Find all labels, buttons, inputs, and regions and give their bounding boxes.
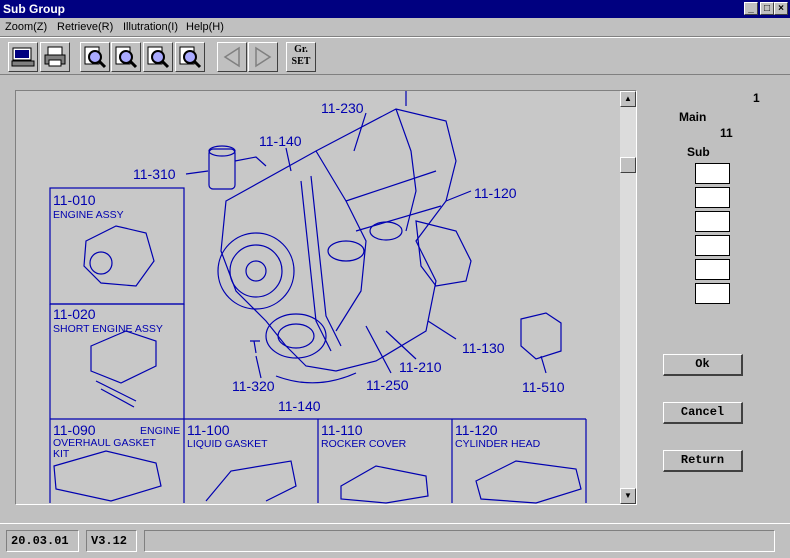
- cancel-button[interactable]: Cancel: [663, 402, 743, 424]
- magnifier-icon: [147, 46, 170, 69]
- callout-11-130[interactable]: 11-130: [462, 340, 505, 356]
- panel-code-11-100[interactable]: 11-100: [187, 422, 230, 438]
- illustration-view[interactable]: 11-230 11-140 11-310 11-120 11-130 11-21…: [15, 90, 637, 505]
- sub-field-5[interactable]: [695, 259, 730, 280]
- printer-icon: [44, 46, 66, 67]
- callout-11-310[interactable]: 11-310: [133, 166, 176, 182]
- scroll-up-button[interactable]: ▲: [620, 91, 636, 107]
- callout-11-510[interactable]: 11-510: [522, 379, 565, 395]
- return-button[interactable]: Return: [663, 450, 743, 472]
- arrow-right-icon: [255, 46, 272, 68]
- scroll-down-button[interactable]: ▼: [620, 488, 636, 504]
- menu-zoom[interactable]: Zoom(Z): [5, 21, 47, 33]
- menu-help[interactable]: Help(H): [186, 21, 224, 33]
- panel-code-11-120[interactable]: 11-120: [455, 422, 498, 438]
- zoom-button-1[interactable]: [80, 42, 110, 72]
- zoom-button-2[interactable]: [111, 42, 141, 72]
- page-number: 1: [753, 91, 760, 105]
- gr-set-label: Gr. SET: [289, 44, 313, 68]
- arrow-left-icon: [223, 46, 240, 68]
- gr-set-line1: Gr.: [294, 44, 308, 55]
- callout-11-210[interactable]: 11-210: [399, 359, 442, 375]
- status-message: [144, 530, 775, 552]
- engine-illustration[interactable]: 11-230 11-140 11-310 11-120 11-130 11-21…: [16, 91, 620, 504]
- sub-field-1[interactable]: [695, 163, 730, 184]
- callout-11-320[interactable]: 11-320: [232, 378, 275, 394]
- title-bar: Sub Group _ □ ×: [0, 0, 790, 18]
- panel-code-11-010[interactable]: 11-010: [53, 192, 96, 208]
- minimize-button[interactable]: _: [744, 2, 758, 15]
- magnifier-icon: [179, 46, 202, 69]
- magnifier-icon: [84, 46, 107, 69]
- callout-11-120[interactable]: 11-120: [474, 185, 517, 201]
- close-button[interactable]: ×: [774, 2, 788, 15]
- main-label: Main: [679, 110, 707, 124]
- sub-label: Sub: [687, 145, 710, 159]
- zoom-button-3[interactable]: [143, 42, 173, 72]
- sub-field-4[interactable]: [695, 235, 730, 256]
- panel-code-11-090[interactable]: 11-090: [53, 422, 96, 438]
- menu-bar: Zoom(Z) Retrieve(R) Illutration(I) Help(…: [0, 18, 790, 37]
- panel-name-engine-assy: ENGINE ASSY: [53, 209, 124, 221]
- ok-button[interactable]: Ok: [663, 354, 743, 376]
- magnifier-icon: [115, 46, 138, 69]
- panel-name-engine: ENGINE: [140, 425, 180, 437]
- callout-11-140-top[interactable]: 11-140: [259, 133, 302, 149]
- panel-name-kit: KIT: [53, 448, 70, 460]
- status-date: 20.03.01: [6, 530, 79, 552]
- zoom-button-4[interactable]: [175, 42, 205, 72]
- callout-11-250[interactable]: 11-250: [366, 377, 409, 393]
- panel-code-11-020[interactable]: 11-020: [53, 306, 96, 322]
- sub-field-2[interactable]: [695, 187, 730, 208]
- vertical-scrollbar[interactable]: ▲ ▼: [620, 91, 636, 504]
- maximize-button[interactable]: □: [760, 2, 774, 15]
- main-value: 11: [720, 126, 733, 140]
- window-title: Sub Group: [3, 2, 65, 16]
- status-bar: 20.03.01 V3.12: [0, 523, 790, 558]
- panel-name-short-engine-assy: SHORT ENGINE ASSY: [53, 323, 163, 335]
- screen-icon: [11, 47, 35, 67]
- gr-set-button[interactable]: Gr. SET: [286, 42, 316, 72]
- toolbar: Gr. SET: [0, 37, 790, 75]
- display-screen-button[interactable]: [8, 42, 38, 72]
- menu-illustration[interactable]: Illutration(I): [123, 21, 178, 33]
- callout-11-140-bottom[interactable]: 11-140: [278, 398, 321, 414]
- print-button[interactable]: [40, 42, 70, 72]
- panel-name-rocker-cover: ROCKER COVER: [321, 438, 407, 450]
- panel-name-liquid-gasket: LIQUID GASKET: [187, 438, 268, 450]
- gr-set-line2: SET: [291, 56, 311, 67]
- menu-retrieve[interactable]: Retrieve(R): [57, 21, 113, 33]
- panel-name-cylinder-head: CYLINDER HEAD: [455, 438, 541, 450]
- panel-code-11-110[interactable]: 11-110: [321, 422, 363, 438]
- next-button[interactable]: [248, 42, 278, 72]
- sub-field-6[interactable]: [695, 283, 730, 304]
- callout-11-230[interactable]: 11-230: [321, 100, 364, 116]
- scroll-thumb[interactable]: [620, 157, 636, 173]
- previous-button[interactable]: [217, 42, 247, 72]
- sub-field-3[interactable]: [695, 211, 730, 232]
- status-version: V3.12: [86, 530, 137, 552]
